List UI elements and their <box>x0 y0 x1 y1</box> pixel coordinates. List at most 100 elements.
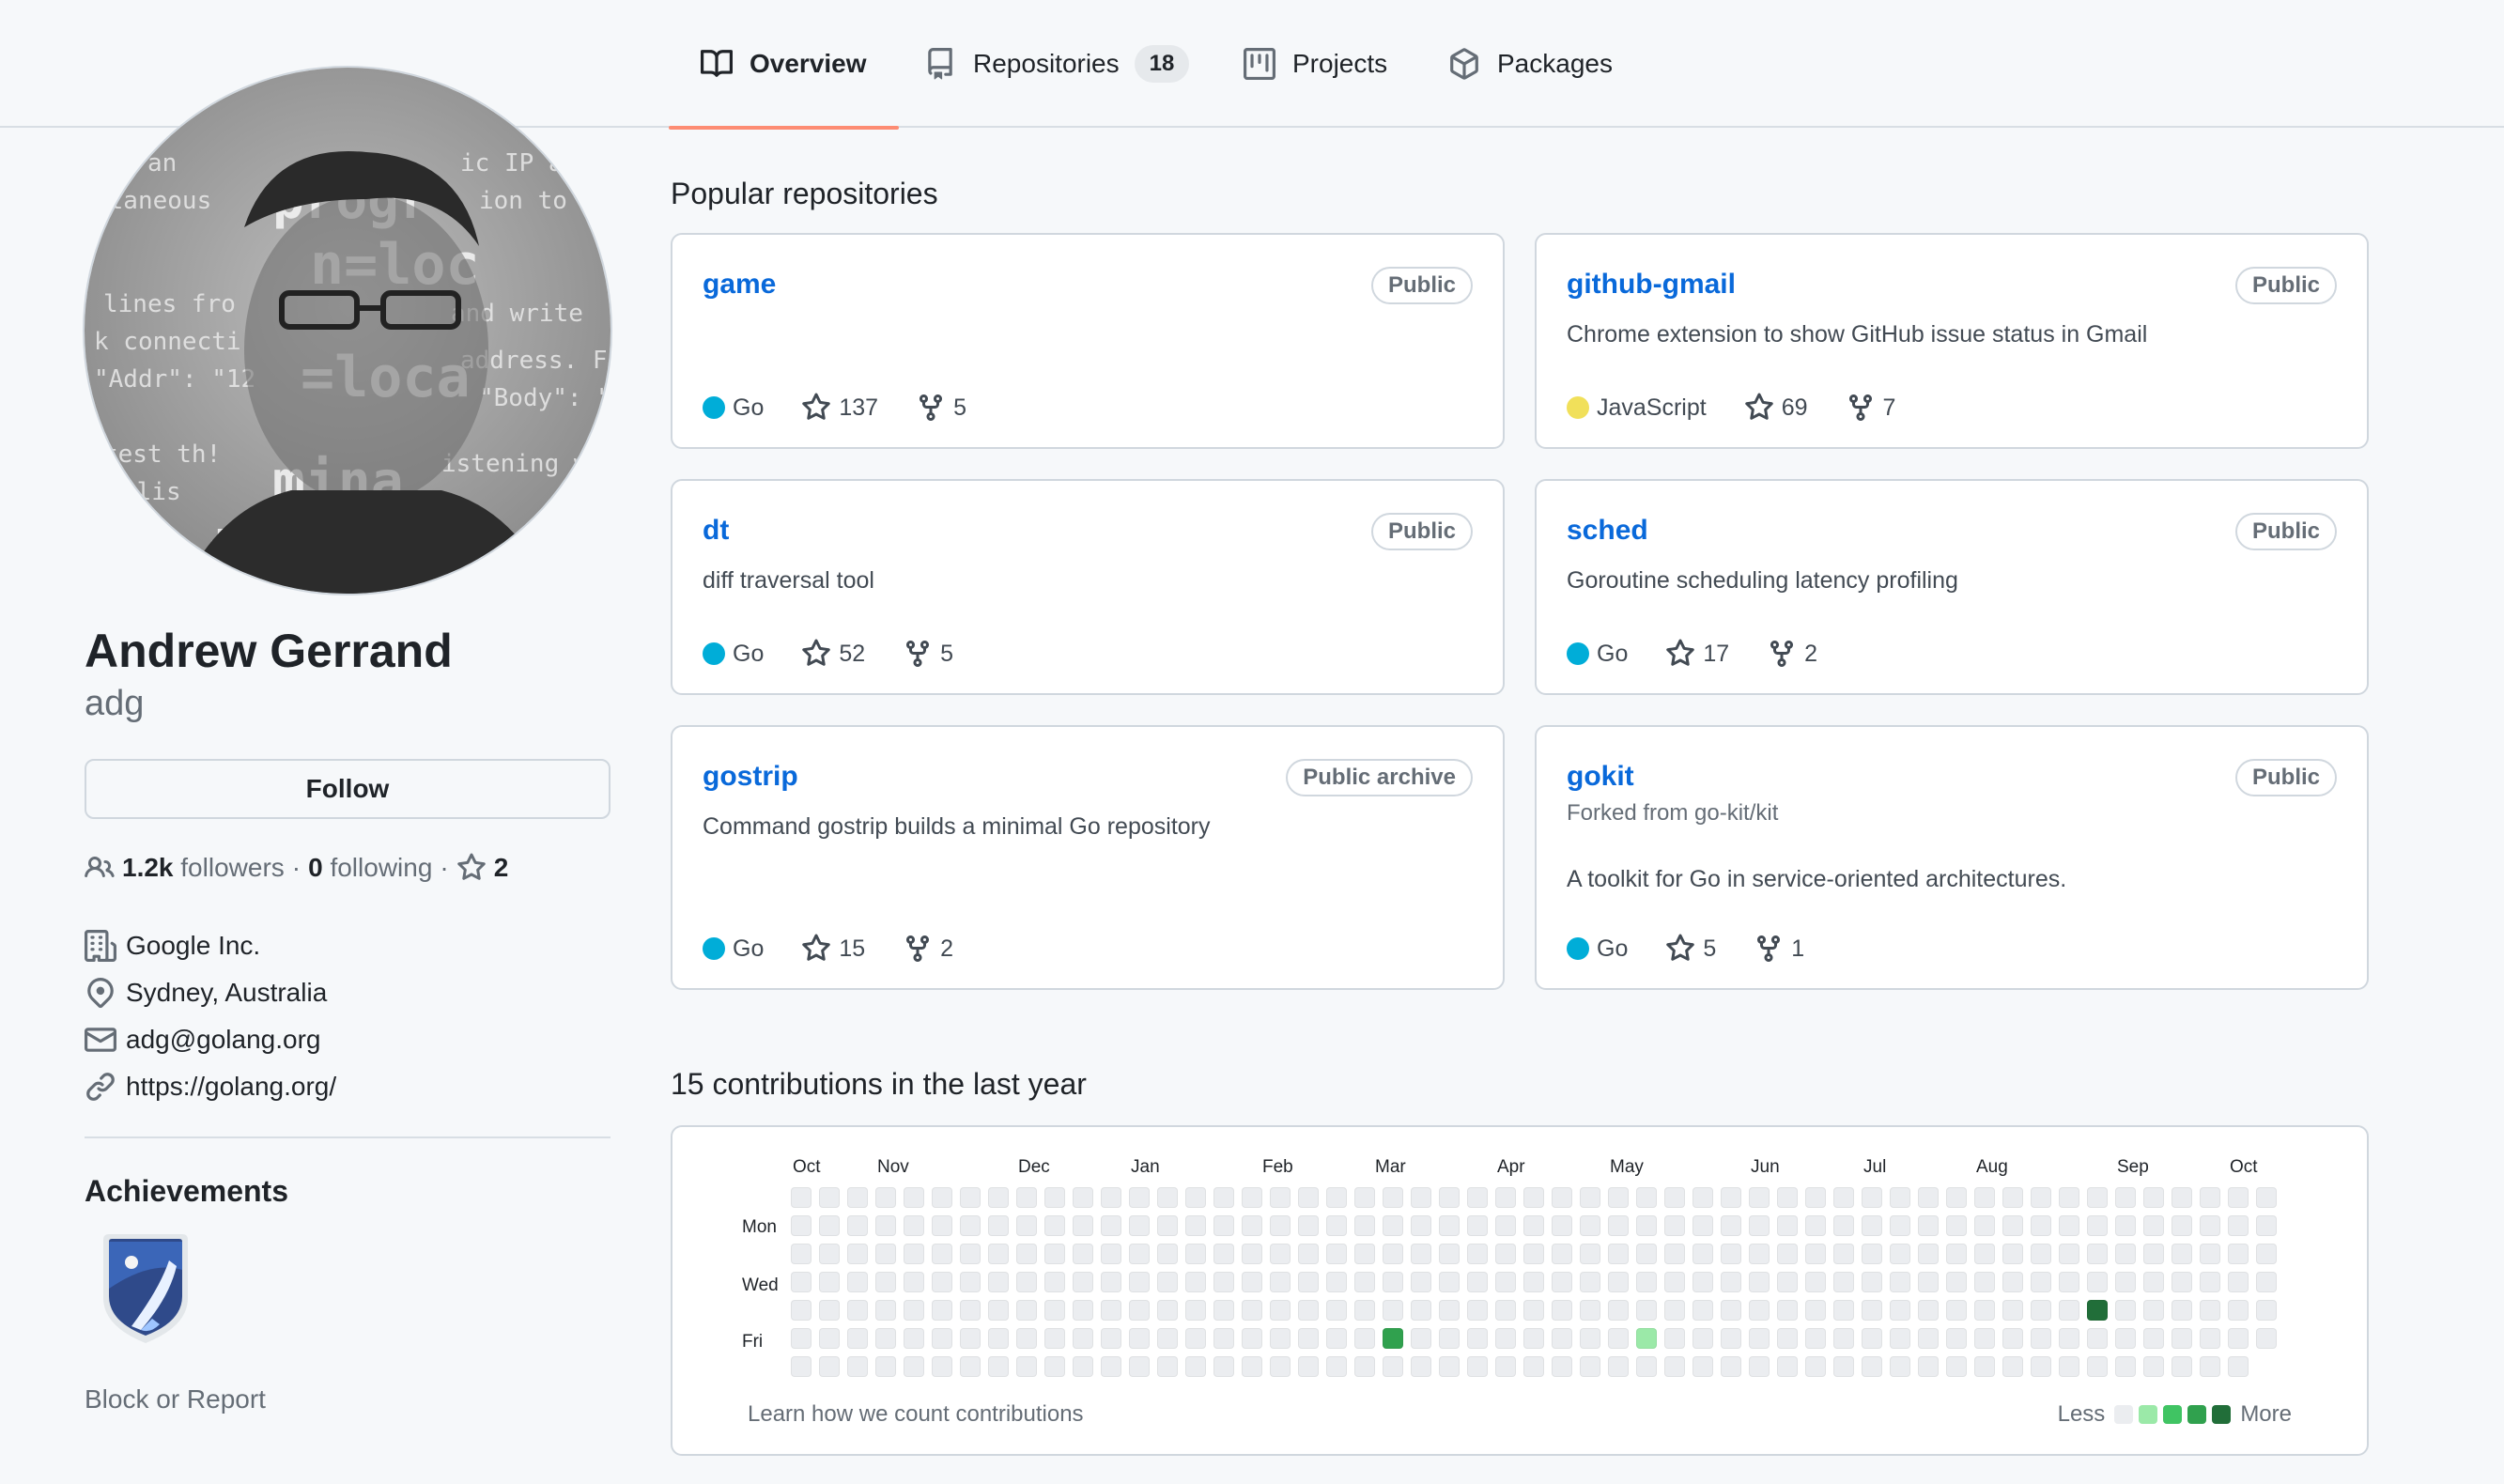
contribution-day-cell[interactable] <box>875 1328 896 1349</box>
contribution-day-cell[interactable] <box>1552 1328 1572 1349</box>
contribution-day-cell[interactable] <box>1016 1328 1037 1349</box>
contribution-day-cell[interactable] <box>988 1215 1009 1236</box>
contribution-day-cell[interactable] <box>1636 1356 1657 1377</box>
contribution-day-cell[interactable] <box>960 1328 981 1349</box>
contribution-day-cell[interactable] <box>1044 1328 1065 1349</box>
contribution-day-cell[interactable] <box>1213 1272 1234 1292</box>
contribution-day-cell[interactable] <box>1721 1215 1741 1236</box>
repo-forked-from[interactable]: Forked from go-kit/kit <box>1567 800 1778 827</box>
contribution-day-cell[interactable] <box>1129 1272 1150 1292</box>
contribution-day-cell[interactable] <box>1664 1244 1685 1264</box>
contribution-day-cell[interactable] <box>1946 1215 1967 1236</box>
repo-name-link[interactable]: github-gmail <box>1567 269 1736 301</box>
contribution-day-cell[interactable] <box>2059 1272 2079 1292</box>
contribution-day-cell[interactable] <box>1354 1300 1375 1321</box>
contribution-day-cell[interactable] <box>2031 1272 2051 1292</box>
repo-forks-link[interactable]: 7 <box>1846 393 1895 423</box>
contribution-day-cell[interactable] <box>1439 1300 1460 1321</box>
tab-projects[interactable]: Projects <box>1244 0 1387 128</box>
contribution-day-cell[interactable] <box>1833 1272 1854 1292</box>
contribution-day-cell[interactable] <box>1495 1328 1516 1349</box>
contribution-day-cell[interactable] <box>1749 1328 1770 1349</box>
contribution-day-cell[interactable] <box>1777 1244 1798 1264</box>
contribution-day-cell[interactable] <box>2002 1272 2023 1292</box>
contribution-day-cell[interactable] <box>1073 1187 1093 1208</box>
contribution-day-cell[interactable] <box>847 1187 868 1208</box>
contribution-day-cell[interactable] <box>1833 1215 1854 1236</box>
contribution-day-cell[interactable] <box>1946 1300 1967 1321</box>
contribution-day-cell[interactable] <box>1213 1356 1234 1377</box>
contribution-day-cell[interactable] <box>932 1300 952 1321</box>
contribution-day-cell[interactable] <box>1974 1244 1995 1264</box>
contribution-day-cell[interactable] <box>932 1328 952 1349</box>
contribution-day-cell[interactable] <box>988 1356 1009 1377</box>
contribution-day-cell[interactable] <box>1664 1300 1685 1321</box>
contribution-day-cell[interactable] <box>2228 1187 2249 1208</box>
contribution-day-cell[interactable] <box>1890 1356 1910 1377</box>
contribution-day-cell[interactable] <box>2115 1187 2136 1208</box>
contribution-day-cell[interactable] <box>1523 1328 1544 1349</box>
contribution-day-cell[interactable] <box>1101 1244 1121 1264</box>
contribution-day-cell[interactable] <box>1411 1187 1431 1208</box>
contribution-day-cell[interactable] <box>1383 1328 1403 1349</box>
contribution-day-cell[interactable] <box>1721 1244 1741 1264</box>
contribution-day-cell[interactable] <box>1974 1215 1995 1236</box>
contribution-day-cell[interactable] <box>2256 1187 2277 1208</box>
repo-name-link[interactable]: sched <box>1567 515 1648 547</box>
contribution-day-cell[interactable] <box>1890 1328 1910 1349</box>
contribution-day-cell[interactable] <box>1523 1300 1544 1321</box>
contribution-day-cell[interactable] <box>1664 1328 1685 1349</box>
contribution-day-cell[interactable] <box>2228 1244 2249 1264</box>
contribution-day-cell[interactable] <box>1157 1244 1178 1264</box>
contribution-day-cell[interactable] <box>1974 1300 1995 1321</box>
follow-button[interactable]: Follow <box>85 759 611 819</box>
contribution-day-cell[interactable] <box>2200 1300 2220 1321</box>
contribution-day-cell[interactable] <box>2031 1300 2051 1321</box>
contribution-day-cell[interactable] <box>1890 1244 1910 1264</box>
contribution-day-cell[interactable] <box>1862 1215 1882 1236</box>
contribution-day-cell[interactable] <box>1016 1272 1037 1292</box>
contribution-day-cell[interactable] <box>1664 1215 1685 1236</box>
contribution-day-cell[interactable] <box>1721 1272 1741 1292</box>
contribution-day-cell[interactable] <box>2143 1187 2164 1208</box>
contribution-day-cell[interactable] <box>1044 1300 1065 1321</box>
contribution-day-cell[interactable] <box>2228 1272 2249 1292</box>
contribution-day-cell[interactable] <box>1552 1356 1572 1377</box>
contribution-day-cell[interactable] <box>2115 1328 2136 1349</box>
contribution-day-cell[interactable] <box>1580 1300 1600 1321</box>
contribution-day-cell[interactable] <box>1044 1356 1065 1377</box>
contribution-day-cell[interactable] <box>1552 1187 1572 1208</box>
contribution-day-cell[interactable] <box>1326 1272 1347 1292</box>
contribution-day-cell[interactable] <box>2002 1244 2023 1264</box>
contribution-day-cell[interactable] <box>1326 1328 1347 1349</box>
contribution-day-cell[interactable] <box>1101 1215 1121 1236</box>
contribution-day-cell[interactable] <box>1185 1215 1206 1236</box>
contribution-day-cell[interactable] <box>819 1356 840 1377</box>
contribution-day-cell[interactable] <box>1636 1328 1657 1349</box>
contribution-day-cell[interactable] <box>2087 1272 2108 1292</box>
contribution-day-cell[interactable] <box>1016 1215 1037 1236</box>
website-link[interactable]: https://golang.org/ <box>126 1072 336 1102</box>
contribution-day-cell[interactable] <box>2200 1356 2220 1377</box>
repo-stars-link[interactable]: 17 <box>1665 639 1729 669</box>
contribution-day-cell[interactable] <box>1044 1272 1065 1292</box>
contribution-day-cell[interactable] <box>2031 1215 2051 1236</box>
contribution-day-cell[interactable] <box>1777 1300 1798 1321</box>
contribution-day-cell[interactable] <box>960 1187 981 1208</box>
contribution-day-cell[interactable] <box>1242 1215 1262 1236</box>
contribution-day-cell[interactable] <box>1918 1244 1939 1264</box>
contribution-day-cell[interactable] <box>1552 1215 1572 1236</box>
email-item[interactable]: adg@golang.org <box>85 1024 320 1056</box>
contribution-day-cell[interactable] <box>1580 1215 1600 1236</box>
stars-link[interactable]: 2 <box>456 853 508 883</box>
contribution-day-cell[interactable] <box>2002 1187 2023 1208</box>
contribution-day-cell[interactable] <box>960 1272 981 1292</box>
contribution-day-cell[interactable] <box>1185 1328 1206 1349</box>
contribution-day-cell[interactable] <box>2256 1328 2277 1349</box>
contribution-day-cell[interactable] <box>1749 1300 1770 1321</box>
contribution-day-cell[interactable] <box>1974 1356 1995 1377</box>
contribution-day-cell[interactable] <box>2143 1215 2164 1236</box>
contribution-day-cell[interactable] <box>2002 1328 2023 1349</box>
contribution-day-cell[interactable] <box>1467 1272 1488 1292</box>
repo-stars-link[interactable]: 137 <box>801 393 878 423</box>
